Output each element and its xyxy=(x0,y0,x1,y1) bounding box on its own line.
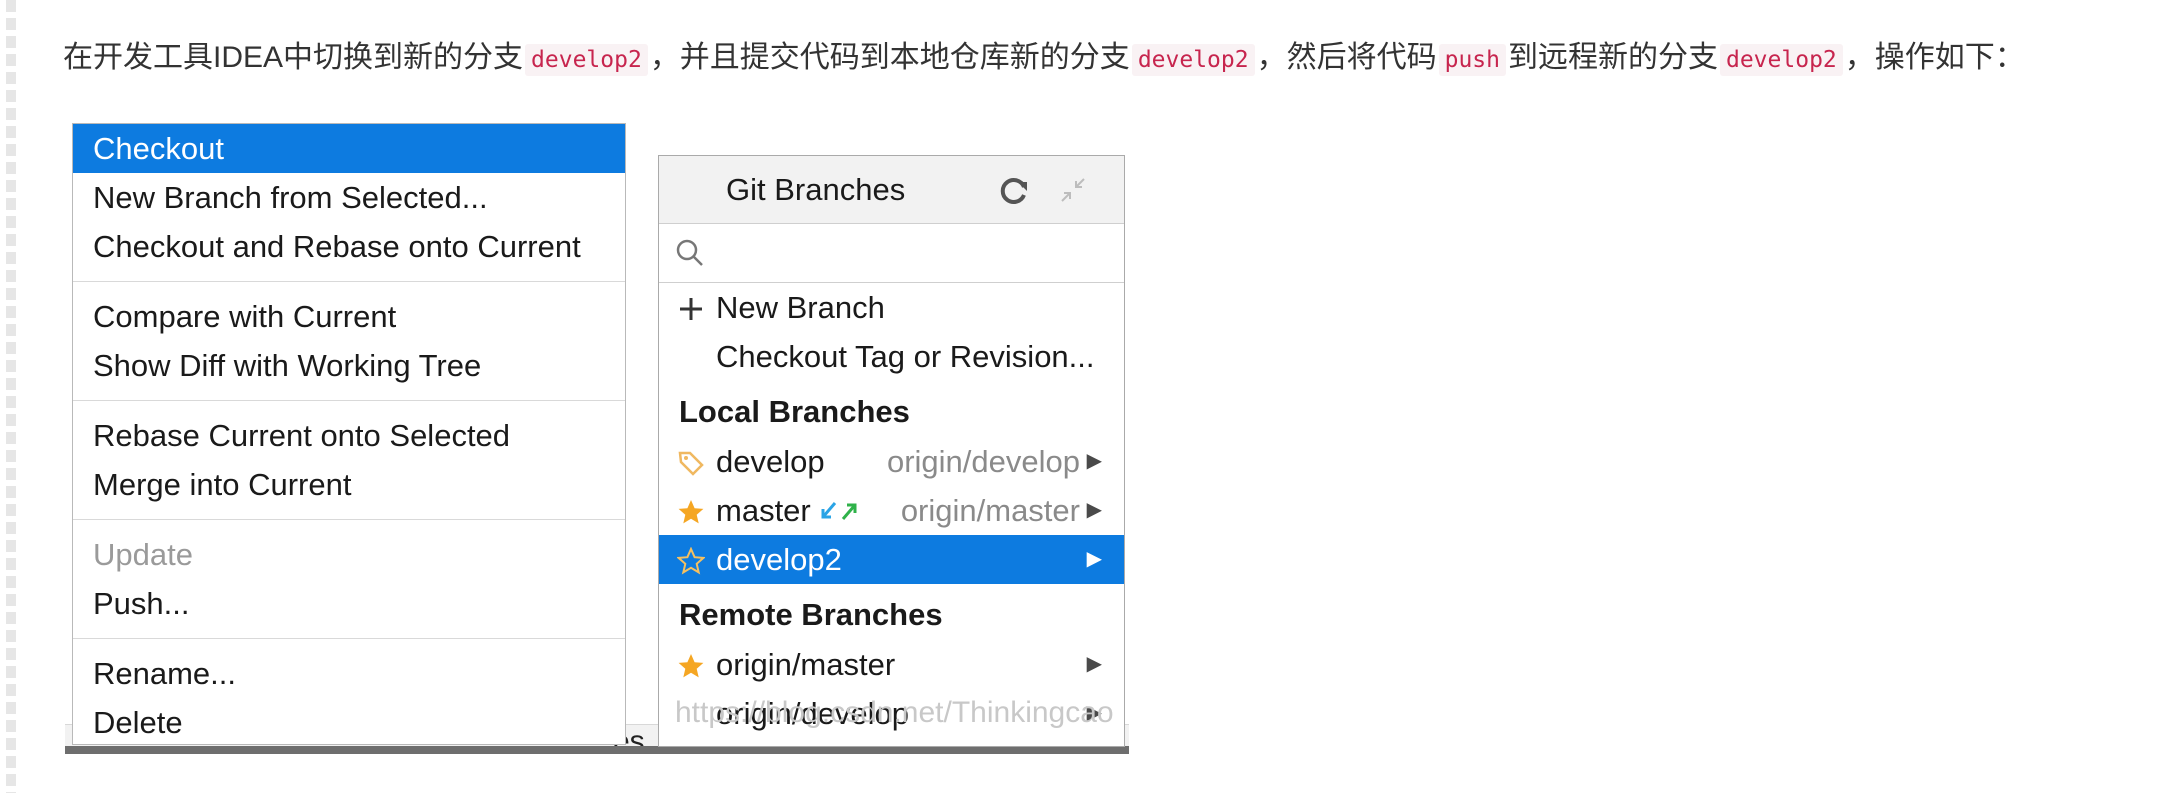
star-icon xyxy=(678,654,704,678)
menu-separator xyxy=(73,638,625,639)
intro-text-1: 在开发工具IDEA中切换到新的分支 xyxy=(63,41,524,74)
git-branches-popup: Git Branches New Branch Checkout Tag or xyxy=(658,155,1125,747)
menu-item-rebase-current[interactable]: Rebase Current onto Selected xyxy=(73,411,625,460)
watermark-text: https://blog.csdn.net/Thinkingcao xyxy=(675,696,1114,729)
submenu-arrow-icon: ▶ xyxy=(1086,499,1102,521)
intro-text-5: ，操作如下： xyxy=(1844,41,2025,74)
menu-item-push[interactable]: Push... xyxy=(73,579,625,628)
branch-name: develop2 xyxy=(716,542,842,577)
menu-separator xyxy=(73,519,625,520)
tag-icon xyxy=(678,451,704,476)
action-label: New Branch xyxy=(716,290,885,325)
git-branches-title: Git Branches xyxy=(726,172,906,207)
menu-item-rename[interactable]: Rename... xyxy=(73,649,625,698)
tracking-branch: origin/master xyxy=(900,493,1080,528)
collapse-icon[interactable] xyxy=(1059,176,1087,204)
branch-row-master[interactable]: master origin/master ▶ xyxy=(659,486,1124,535)
menu-item-checkout-and-rebase[interactable]: Checkout and Rebase onto Current xyxy=(73,222,625,271)
git-branches-header: Git Branches xyxy=(659,156,1124,224)
branch-search-box xyxy=(659,224,1124,283)
branch-row-develop[interactable]: develop origin/develop ▶ xyxy=(659,437,1124,486)
branch-row-origin-master[interactable]: origin/master ▶ xyxy=(659,640,1124,689)
inline-code-develop2: develop2 xyxy=(525,44,648,76)
branch-name: develop xyxy=(716,444,825,479)
menu-separator xyxy=(73,400,625,401)
menu-item-compare-with-current[interactable]: Compare with Current xyxy=(73,292,625,341)
ide-screenshot: es Checkout New Branch from Selected... … xyxy=(65,120,1129,758)
inline-code-push: push xyxy=(1438,44,1506,76)
action-new-branch[interactable]: New Branch xyxy=(659,283,1124,332)
search-icon xyxy=(676,239,703,266)
inline-code-develop2: develop2 xyxy=(1719,44,1843,76)
remote-branches-header: Remote Branches xyxy=(679,597,943,632)
menu-item-update: Update xyxy=(93,537,193,572)
submenu-arrow-icon: ▶ xyxy=(1086,548,1102,570)
menu-separator xyxy=(73,281,625,282)
tracking-branch: origin/develop xyxy=(886,444,1080,479)
inline-code-develop2: develop2 xyxy=(1131,44,1255,76)
branch-search-input[interactable] xyxy=(709,232,1113,274)
menu-item-delete[interactable]: Delete xyxy=(73,698,625,747)
menu-item-new-branch-from-selected[interactable]: New Branch from Selected... xyxy=(73,173,625,222)
action-checkout-tag[interactable]: Checkout Tag or Revision... xyxy=(659,332,1124,381)
star-outline-icon xyxy=(677,547,705,575)
incoming-outgoing-icon xyxy=(821,502,857,520)
star-icon xyxy=(678,500,704,524)
branch-name: master xyxy=(716,493,811,528)
ide-bottom-bar xyxy=(65,746,1129,754)
branch-context-menu: Checkout New Branch from Selected... Che… xyxy=(72,123,626,745)
local-branches-header: Local Branches xyxy=(679,394,910,429)
menu-item-merge-into-current[interactable]: Merge into Current xyxy=(73,460,625,509)
action-label: Checkout Tag or Revision... xyxy=(716,339,1095,374)
intro-text-4: 到远程新的分支 xyxy=(1507,41,1718,74)
intro-text-2: ，并且提交代码到本地仓库新的分支 xyxy=(649,41,1130,74)
submenu-arrow-icon: ▶ xyxy=(1086,450,1102,472)
intro-text-3: ，然后将代码 xyxy=(1256,41,1437,74)
branch-row-develop2[interactable]: develop2 ▶ xyxy=(659,535,1124,584)
submenu-arrow-icon: ▶ xyxy=(1086,653,1102,675)
intro-paragraph: 在开发工具IDEA中切换到新的分支 develop2 ，并且提交代码到本地仓库新的分… xyxy=(63,38,2025,80)
page-edge-decoration xyxy=(6,0,16,793)
refresh-icon[interactable] xyxy=(997,174,1031,208)
branch-name: origin/master xyxy=(716,647,896,682)
plus-icon xyxy=(680,298,702,320)
menu-item-checkout[interactable]: Checkout xyxy=(73,124,625,173)
menu-item-show-diff[interactable]: Show Diff with Working Tree xyxy=(73,341,625,390)
